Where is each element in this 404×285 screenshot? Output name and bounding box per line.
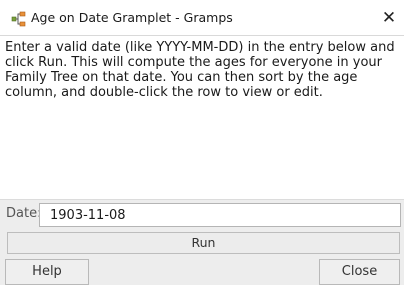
close-button[interactable]: Close [319, 259, 400, 285]
dialog-body: Enter a valid date (like YYYY-MM-DD) in … [0, 36, 404, 285]
button-row: Help Close [0, 259, 404, 285]
date-input[interactable] [39, 203, 401, 227]
window-title: Age on Date Gramplet - Gramps [31, 10, 233, 25]
date-row: Date: [0, 200, 404, 230]
window-close-icon[interactable]: ✕ [379, 8, 399, 28]
date-label: Date: [6, 206, 42, 221]
help-button[interactable]: Help [5, 259, 89, 285]
description-panel: Enter a valid date (like YYYY-MM-DD) in … [0, 36, 404, 200]
title-bar: Age on Date Gramplet - Gramps ✕ [0, 0, 404, 36]
instructions-text: Enter a valid date (like YYYY-MM-DD) in … [5, 40, 395, 100]
gramps-tree-icon [11, 11, 26, 27]
run-button[interactable]: Run [7, 232, 400, 254]
